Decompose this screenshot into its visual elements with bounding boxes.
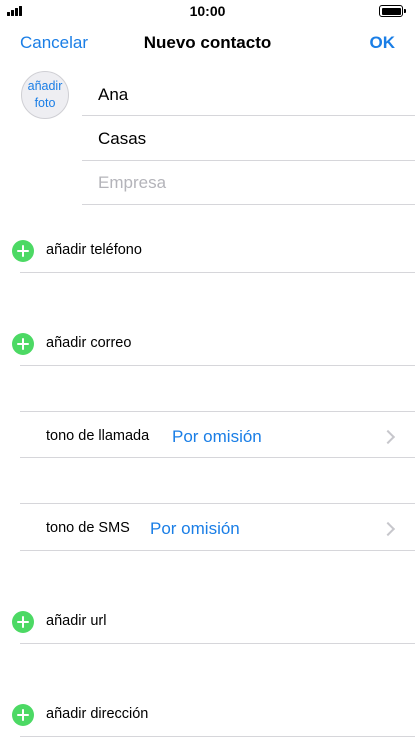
divider bbox=[20, 643, 415, 644]
ok-button[interactable]: OK bbox=[370, 33, 396, 53]
divider bbox=[20, 503, 415, 504]
status-bar: 10:00 bbox=[0, 0, 415, 22]
divider bbox=[20, 272, 415, 273]
first-name-field[interactable]: Ana bbox=[98, 85, 128, 105]
add-address-plus-icon[interactable] bbox=[12, 704, 34, 726]
add-address-button[interactable]: añadir dirección bbox=[46, 706, 148, 722]
sms-tone-label[interactable]: tono de SMS bbox=[46, 520, 130, 536]
divider bbox=[82, 204, 415, 205]
sms-tone-value[interactable]: Por omisión bbox=[150, 519, 240, 539]
ringtone-value[interactable]: Por omisión bbox=[172, 427, 262, 447]
chevron-right-icon bbox=[380, 429, 396, 445]
divider bbox=[20, 736, 415, 737]
page-title: Nuevo contacto bbox=[143, 33, 272, 52]
add-url-button[interactable]: añadir url bbox=[46, 613, 106, 629]
company-field[interactable]: Empresa bbox=[98, 173, 166, 193]
add-photo-label-line1: añadir bbox=[27, 79, 63, 93]
status-time: 10:00 bbox=[189, 3, 226, 19]
divider bbox=[20, 411, 415, 412]
ringtone-label[interactable]: tono de llamada bbox=[46, 428, 149, 444]
add-phone-button[interactable]: añadir teléfono bbox=[46, 242, 142, 258]
add-email-button[interactable]: añadir correo bbox=[46, 335, 131, 351]
divider bbox=[20, 457, 415, 458]
add-phone-plus-icon[interactable] bbox=[12, 240, 34, 262]
add-url-plus-icon[interactable] bbox=[12, 611, 34, 633]
add-email-plus-icon[interactable] bbox=[12, 333, 34, 355]
divider bbox=[82, 160, 415, 161]
add-photo-button[interactable]: añadir foto bbox=[21, 71, 69, 119]
add-photo-label-line2: foto bbox=[34, 96, 56, 110]
divider bbox=[20, 550, 415, 551]
divider bbox=[82, 115, 415, 116]
battery-icon bbox=[379, 5, 406, 17]
divider bbox=[20, 365, 415, 366]
last-name-field[interactable]: Casas bbox=[98, 129, 146, 149]
chevron-right-icon bbox=[380, 521, 396, 537]
